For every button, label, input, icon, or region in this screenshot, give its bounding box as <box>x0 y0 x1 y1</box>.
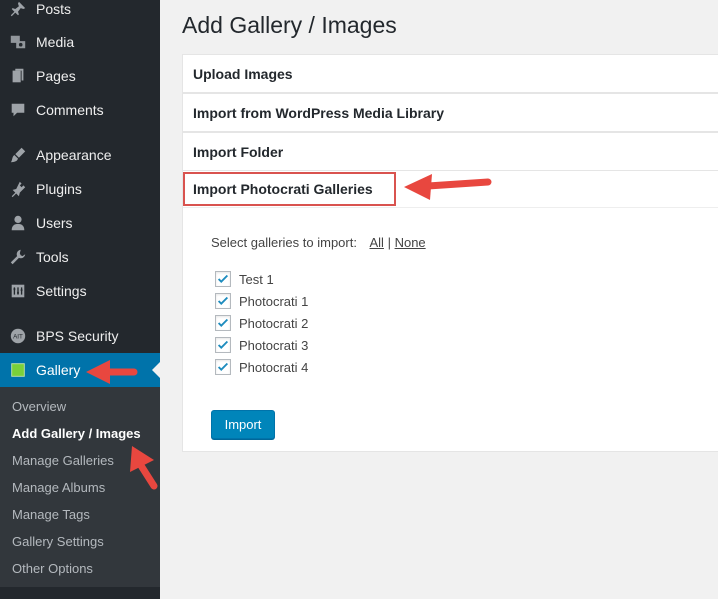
gallery-option-row: Photocrati 1 <box>215 292 308 310</box>
link-separator: | <box>387 235 391 250</box>
annotation-arrow-icon <box>404 174 492 200</box>
sidebar-item-label: Comments <box>36 102 104 118</box>
sidebar-item-appearance[interactable]: Appearance <box>0 138 160 172</box>
sidebar-item-label: BPS Security <box>36 328 119 344</box>
sidebar-item-comments[interactable]: Comments <box>0 93 160 127</box>
submenu-item-manage-galleries[interactable]: Manage Galleries <box>12 451 114 471</box>
submenu-item-other-options[interactable]: Other Options <box>12 559 93 579</box>
submenu-item-manage-tags[interactable]: Manage Tags <box>12 505 90 525</box>
section-header[interactable]: Import Folder <box>183 133 718 170</box>
checkmark-icon <box>217 296 229 305</box>
section-upload-images[interactable]: Upload Images <box>182 54 718 93</box>
svg-text:AIT: AIT <box>13 334 23 341</box>
gallery-icon <box>0 361 36 379</box>
gallery-option-label: Photocrati 2 <box>239 315 309 331</box>
annotation-highlight-box <box>183 172 396 206</box>
user-icon <box>0 214 36 232</box>
gallery-option-label: Photocrati 4 <box>239 359 309 375</box>
plugin-icon <box>0 180 36 198</box>
sidebar-item-label: Pages <box>36 68 76 84</box>
gallery-option-label: Photocrati 1 <box>239 293 309 309</box>
gallery-checkbox[interactable] <box>215 271 231 287</box>
sidebar-item-label: Appearance <box>36 147 112 163</box>
submenu-item-manage-albums[interactable]: Manage Albums <box>12 478 105 498</box>
sidebar-item-media[interactable]: Media <box>0 25 160 59</box>
sidebar-item-label: Media <box>36 34 75 50</box>
section-header[interactable]: Upload Images <box>183 55 718 92</box>
select-none-link[interactable]: None <box>395 235 426 250</box>
section-import-media-library[interactable]: Import from WordPress Media Library <box>182 93 718 132</box>
sidebar-item-label: Posts <box>36 1 72 17</box>
gallery-option-row: Photocrati 4 <box>215 358 308 376</box>
sidebar-item-tools[interactable]: Tools <box>0 240 160 274</box>
submenu-item-gallery-settings[interactable]: Gallery Settings <box>12 532 104 552</box>
submenu-item-add-gallery[interactable]: Add Gallery / Images <box>12 424 141 444</box>
pages-icon <box>0 67 36 85</box>
sidebar-item-settings[interactable]: Settings <box>0 274 160 308</box>
sidebar-item-plugins[interactable]: Plugins <box>0 172 160 206</box>
sidebar-item-users[interactable]: Users <box>0 206 160 240</box>
gallery-checkbox[interactable] <box>215 293 231 309</box>
comment-icon <box>0 101 36 119</box>
select-galleries-label: Select galleries to import: <box>211 235 357 250</box>
sidebar-item-label: Users <box>36 215 73 231</box>
sidebar-item-posts[interactable]: Posts <box>0 0 160 26</box>
section-header[interactable]: Import from WordPress Media Library <box>183 94 718 131</box>
gallery-option-label: Test 1 <box>239 271 274 287</box>
admin-sidebar: Posts Media Pages Comments Appearance Pl… <box>0 0 160 599</box>
sidebar-item-label: Settings <box>36 283 87 299</box>
import-button[interactable]: Import <box>211 410 275 439</box>
sidebar-item-pages[interactable]: Pages <box>0 59 160 93</box>
gallery-checkbox[interactable] <box>215 337 231 353</box>
annotation-arrow-icon <box>86 360 138 384</box>
pushpin-icon <box>0 0 36 18</box>
checkmark-icon <box>217 274 229 283</box>
select-all-link[interactable]: All <box>369 235 383 250</box>
bps-icon: AIT <box>0 327 36 345</box>
gallery-checkbox[interactable] <box>215 359 231 375</box>
checkmark-icon <box>217 340 229 349</box>
checkmark-icon <box>217 362 229 371</box>
gallery-option-row: Photocrati 3 <box>215 336 308 354</box>
annotation-arrow-icon <box>130 446 158 490</box>
section-import-folder[interactable]: Import Folder <box>182 132 718 171</box>
sidebar-item-label: Tools <box>36 249 69 265</box>
sidebar-item-bps-security[interactable]: AIT BPS Security <box>0 319 160 353</box>
sidebar-footer <box>0 587 160 599</box>
gallery-option-label: Photocrati 3 <box>239 337 309 353</box>
sidebar-item-label: Plugins <box>36 181 82 197</box>
gallery-checkbox[interactable] <box>215 315 231 331</box>
submenu-item-overview[interactable]: Overview <box>12 397 66 417</box>
select-galleries-line: Select galleries to import: All | None <box>211 235 426 250</box>
settings-icon <box>0 282 36 300</box>
page-title: Add Gallery / Images <box>182 12 397 38</box>
wrench-icon <box>0 248 36 266</box>
media-icon <box>0 33 36 51</box>
gallery-option-row: Photocrati 2 <box>215 314 308 332</box>
paintbrush-icon <box>0 146 36 164</box>
sidebar-item-label: Gallery <box>36 362 81 378</box>
checkmark-icon <box>217 318 229 327</box>
gallery-option-row: Test 1 <box>215 270 274 288</box>
